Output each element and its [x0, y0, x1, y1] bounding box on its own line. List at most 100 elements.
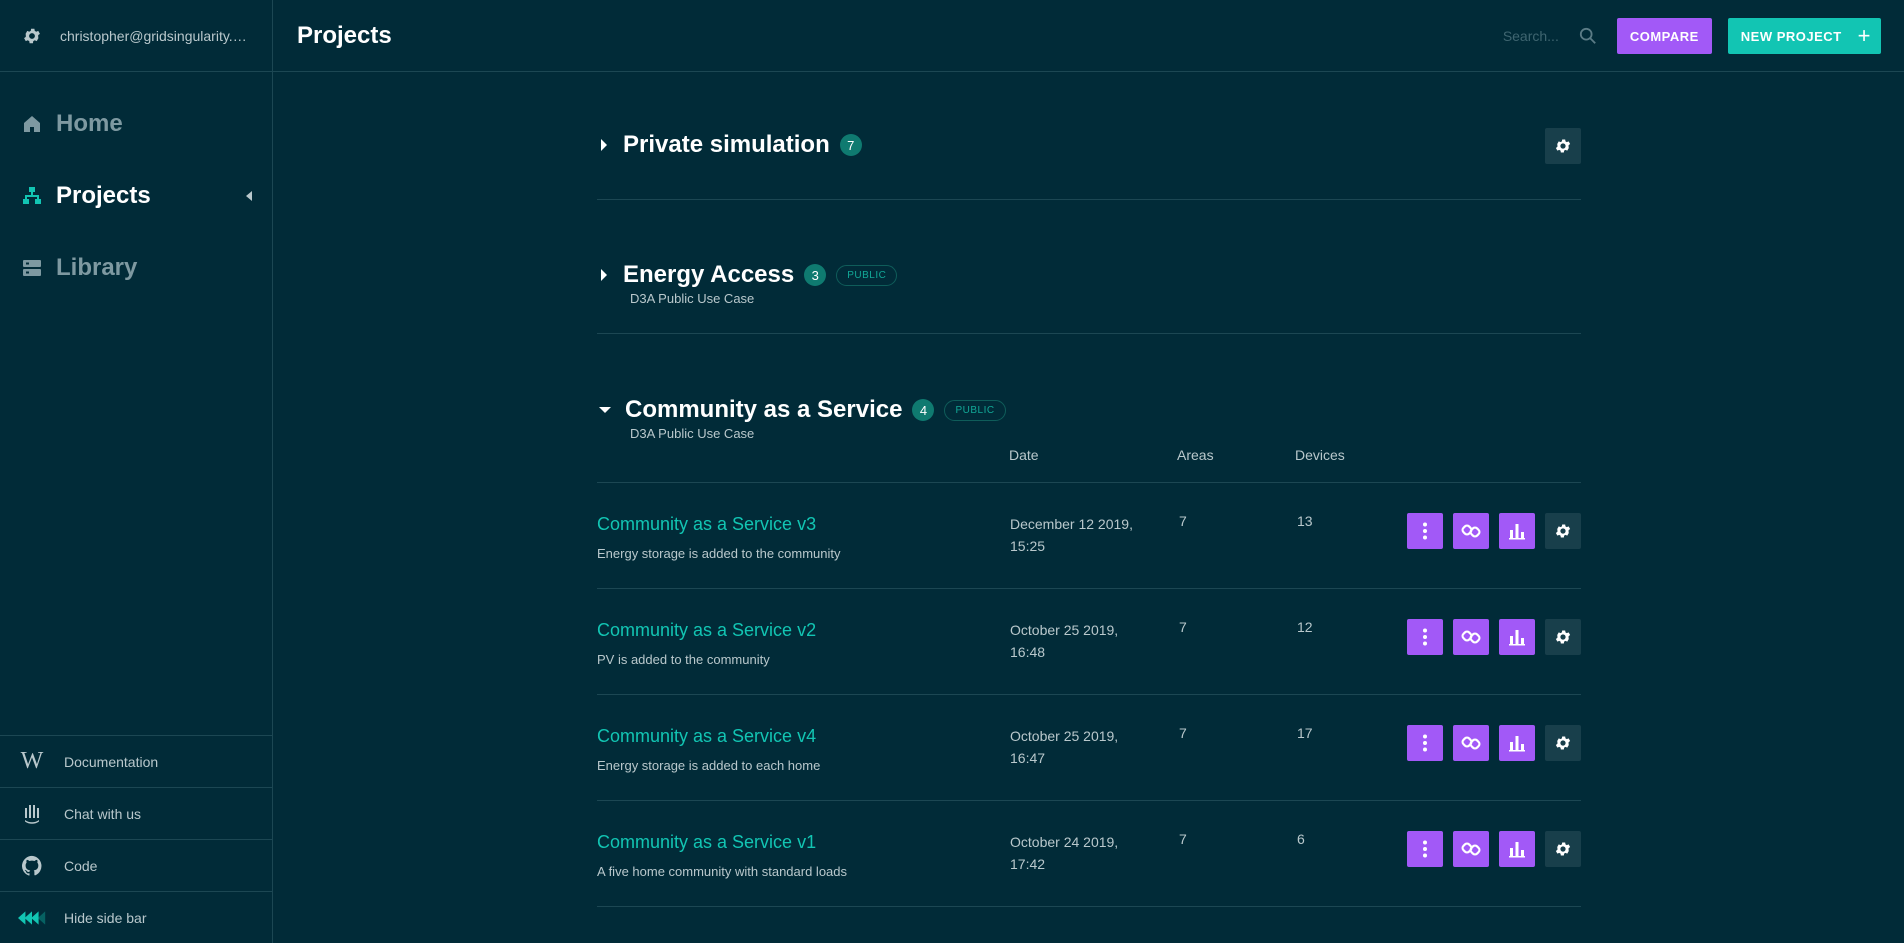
project-description: A five home community with standard load…	[597, 864, 848, 879]
count-badge: 4	[912, 399, 935, 421]
column-areas: Areas	[1177, 447, 1214, 463]
row-settings-button[interactable]	[1545, 513, 1581, 549]
table-body: Community as a Service v3 Energy storage…	[597, 483, 1581, 907]
documentation-link[interactable]: W Documentation	[0, 735, 272, 787]
gear-icon	[1555, 139, 1571, 153]
caret-right-icon[interactable]	[601, 139, 607, 151]
table-row: Community as a Service v3 Energy storage…	[597, 483, 1581, 589]
section-header[interactable]: Energy Access 3 PUBLIC	[597, 200, 1581, 289]
section-settings-button[interactable]	[1545, 128, 1581, 164]
project-section-energy-access: Energy Access 3 PUBLIC D3A Public Use Ca…	[597, 200, 1581, 334]
more-options-button[interactable]	[1407, 513, 1443, 549]
search-box	[1502, 27, 1597, 45]
bar-chart-icon	[1509, 524, 1525, 540]
caret-right-icon[interactable]	[601, 269, 607, 281]
public-badge: PUBLIC	[836, 264, 898, 286]
new-project-button[interactable]: NEW PROJECT +	[1727, 18, 1881, 54]
hide-sidebar-label: Hide side bar	[64, 909, 147, 926]
duplicate-link-button[interactable]	[1453, 831, 1489, 867]
section-title: Community as a Service	[625, 396, 903, 423]
project-name-link[interactable]: Community as a Service v1	[597, 832, 816, 853]
project-areas: 7	[1179, 619, 1187, 635]
chat-icon	[18, 802, 46, 826]
search-input[interactable]	[1502, 28, 1573, 44]
gear-icon	[1555, 630, 1571, 644]
projects-list: Private simulation 7 Energy Access 3 PUB…	[597, 72, 1581, 907]
more-options-button[interactable]	[1407, 831, 1443, 867]
sidebar-nav: Home Projects Library	[0, 72, 272, 304]
results-chart-button[interactable]	[1499, 831, 1535, 867]
sidebar-item-projects[interactable]: Projects	[0, 160, 272, 232]
vertical-dots-icon	[1423, 840, 1427, 858]
duplicate-link-button[interactable]	[1453, 513, 1489, 549]
project-section-private-simulation: Private simulation 7	[597, 72, 1581, 200]
project-devices: 17	[1297, 725, 1313, 741]
column-date: Date	[1009, 447, 1039, 463]
new-project-label: NEW PROJECT	[1740, 28, 1842, 44]
bar-chart-icon	[1509, 630, 1525, 646]
project-date: December 12 2019, 15:25	[1010, 516, 1133, 554]
hide-sidebar-button[interactable]: Hide side bar	[0, 891, 272, 943]
results-chart-button[interactable]	[1499, 513, 1535, 549]
caret-down-icon[interactable]	[599, 407, 611, 413]
duplicate-link-button[interactable]	[1453, 725, 1489, 761]
public-badge: PUBLIC	[944, 399, 1006, 421]
sidebar-item-label: Home	[56, 110, 123, 137]
user-account-row[interactable]: christopher@gridsingularity.com	[0, 0, 272, 72]
vertical-dots-icon	[1423, 734, 1427, 752]
row-actions	[1397, 725, 1581, 761]
project-areas: 7	[1179, 831, 1187, 847]
project-name-link[interactable]: Community as a Service v4	[597, 726, 816, 747]
table-row: Community as a Service v4 Energy storage…	[597, 695, 1581, 801]
project-areas: 7	[1179, 513, 1187, 529]
search-icon[interactable]	[1579, 27, 1597, 45]
project-name-link[interactable]: Community as a Service v3	[597, 514, 816, 535]
vertical-dots-icon	[1423, 522, 1427, 540]
chat-link[interactable]: Chat with us	[0, 787, 272, 839]
row-settings-button[interactable]	[1545, 725, 1581, 761]
link-icon	[1461, 736, 1481, 750]
gear-icon[interactable]	[22, 26, 42, 46]
count-badge: 3	[804, 264, 827, 286]
results-chart-button[interactable]	[1499, 619, 1535, 655]
chat-label: Chat with us	[64, 805, 142, 822]
link-icon	[1461, 842, 1481, 856]
bar-chart-icon	[1509, 736, 1525, 752]
link-icon	[1461, 630, 1481, 644]
project-description: PV is added to the community	[597, 652, 770, 667]
row-settings-button[interactable]	[1545, 831, 1581, 867]
sidebar: christopher@gridsingularity.com Home Pro…	[0, 0, 273, 943]
sidebar-item-label: Projects	[56, 182, 151, 209]
gear-icon	[1555, 842, 1571, 856]
more-options-button[interactable]	[1407, 725, 1443, 761]
bar-chart-icon	[1509, 842, 1525, 858]
sidebar-item-label: Library	[56, 254, 138, 281]
more-options-button[interactable]	[1407, 619, 1443, 655]
project-date: October 25 2019, 16:48	[1010, 622, 1119, 660]
project-date: October 25 2019, 16:47	[1010, 728, 1119, 766]
results-chart-button[interactable]	[1499, 725, 1535, 761]
section-header[interactable]: Community as a Service 4 PUBLIC	[597, 334, 1581, 424]
collapse-caret-icon[interactable]	[246, 191, 252, 201]
link-icon	[1461, 524, 1481, 538]
library-icon	[23, 260, 41, 276]
table-header: Date Areas Devices	[597, 437, 1581, 483]
sidebar-item-library[interactable]: Library	[0, 232, 272, 304]
row-settings-button[interactable]	[1545, 619, 1581, 655]
sidebar-item-home[interactable]: Home	[0, 88, 272, 160]
gear-icon	[1555, 736, 1571, 750]
project-date: October 24 2019, 17:42	[1010, 834, 1119, 872]
duplicate-link-button[interactable]	[1453, 619, 1489, 655]
column-devices: Devices	[1295, 447, 1345, 463]
documentation-label: Documentation	[64, 753, 159, 770]
row-actions	[1397, 831, 1581, 867]
top-header: Projects COMPARE NEW PROJECT +	[273, 0, 1904, 72]
section-header[interactable]: Private simulation 7	[597, 72, 1581, 159]
project-name-link[interactable]: Community as a Service v2	[597, 620, 816, 641]
code-link[interactable]: Code	[0, 839, 272, 891]
compare-button[interactable]: COMPARE	[1616, 18, 1712, 54]
gear-icon	[1555, 524, 1571, 538]
project-devices: 12	[1297, 619, 1313, 635]
projects-icon	[23, 187, 41, 204]
wikipedia-icon: W	[20, 748, 44, 774]
